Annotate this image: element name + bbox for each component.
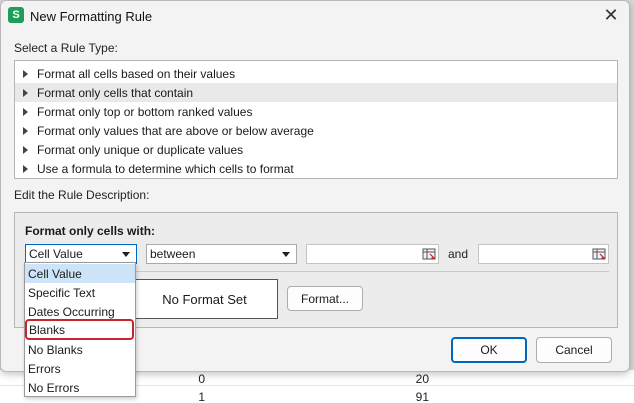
title-bar: S New Formatting Rule ✕ — [1, 1, 629, 31]
rule-type-item-label: Format only unique or duplicate values — [37, 142, 244, 157]
rule-type-item-label: Format only cells that contain — [37, 85, 194, 100]
rule-type-item-label: Format all cells based on their values — [37, 66, 236, 81]
format-button[interactable]: Format... — [287, 286, 363, 311]
condition-option-cell-value[interactable]: Cell Value — [25, 264, 135, 283]
expand-triangle-icon — [23, 107, 28, 116]
sheet-cell: 1 — [198, 390, 205, 403]
rule-type-list[interactable]: Format all cells based on their values F… — [14, 60, 618, 179]
format-preview: No Format Set — [131, 279, 278, 319]
close-button[interactable]: ✕ — [599, 5, 623, 27]
rule-type-item[interactable]: Format only top or bottom ranked values — [15, 102, 617, 121]
expand-triangle-icon — [23, 164, 28, 173]
and-label: and — [448, 247, 469, 261]
condition-option-specific-text[interactable]: Specific Text — [25, 283, 135, 302]
range-selector-icon[interactable] — [422, 247, 436, 261]
rule-type-item[interactable]: Use a formula to determine which cells t… — [15, 159, 617, 178]
condition-option-no-blanks[interactable]: No Blanks — [25, 340, 135, 359]
rule-type-item[interactable]: Format only values that are above or bel… — [15, 121, 617, 140]
condition-select-value: Cell Value — [29, 247, 83, 261]
cancel-button[interactable]: Cancel — [536, 337, 612, 363]
condition-option-no-errors[interactable]: No Errors — [25, 378, 135, 397]
close-icon: ✕ — [603, 5, 619, 25]
operator-select-value: between — [150, 247, 196, 261]
expand-triangle-icon — [23, 126, 28, 135]
sheet-cell: 20 — [415, 372, 429, 386]
condition-dropdown-list[interactable]: Cell Value Specific Text Dates Occurring… — [24, 262, 136, 397]
app-icon: S — [8, 7, 24, 23]
rule-description-label: Edit the Rule Description: — [14, 188, 150, 202]
rule-type-item[interactable]: Format all cells based on their values — [15, 64, 617, 83]
operator-select[interactable]: between — [146, 244, 297, 264]
chevron-down-icon — [122, 252, 130, 257]
condition-option-blanks[interactable]: Blanks — [25, 319, 134, 340]
rule-type-label: Select a Rule Type: — [14, 41, 118, 55]
max-value-input[interactable] — [478, 244, 609, 264]
rule-type-item-label: Use a formula to determine which cells t… — [37, 161, 294, 176]
expand-triangle-icon — [23, 88, 28, 97]
rule-type-item-label: Format only top or bottom ranked values — [37, 104, 253, 119]
rule-type-item-selected[interactable]: Format only cells that contain — [15, 83, 617, 102]
expand-triangle-icon — [23, 145, 28, 154]
sheet-cell: 91 — [415, 390, 429, 403]
sheet-cell: 0 — [198, 372, 205, 386]
format-cells-heading: Format only cells with: — [25, 224, 156, 238]
chevron-down-icon — [282, 252, 290, 257]
dialog-title: New Formatting Rule — [30, 9, 153, 24]
range-selector-icon[interactable] — [592, 247, 606, 261]
expand-triangle-icon — [23, 69, 28, 78]
condition-option-errors[interactable]: Errors — [25, 359, 135, 378]
rule-type-item-label: Format only values that are above or bel… — [37, 123, 314, 138]
condition-option-dates-occurring[interactable]: Dates Occurring — [25, 302, 135, 321]
condition-select[interactable]: Cell Value — [25, 244, 137, 264]
ok-button[interactable]: OK — [451, 337, 527, 363]
min-value-input[interactable] — [306, 244, 439, 264]
rule-type-item[interactable]: Format only unique or duplicate values — [15, 140, 617, 159]
